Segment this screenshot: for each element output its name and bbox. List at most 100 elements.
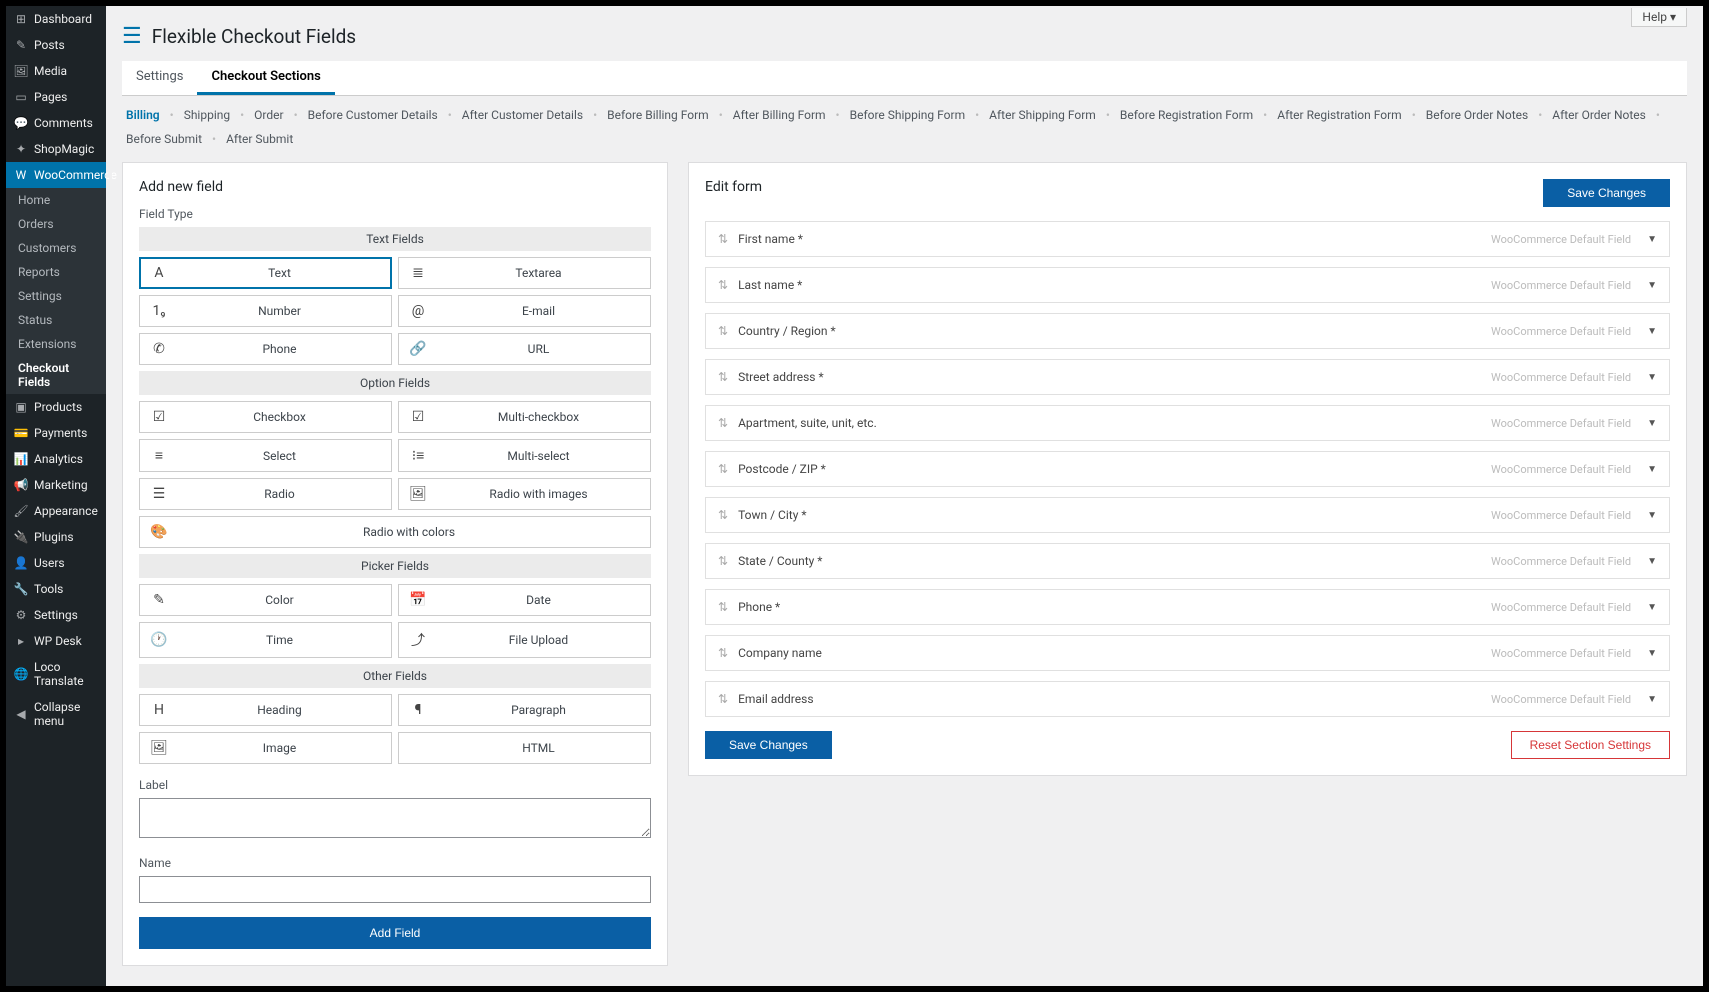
field-type-date[interactable]: 📅Date: [398, 584, 651, 616]
save-changes-bottom-button[interactable]: Save Changes: [705, 731, 832, 759]
drag-handle-icon[interactable]: ⇅: [718, 232, 728, 246]
sidebar-subitem-extensions[interactable]: Extensions: [6, 332, 106, 356]
section-link-after-shipping-form[interactable]: After Shipping Form: [985, 106, 1100, 124]
field-type-checkbox[interactable]: ☑Checkbox: [139, 401, 392, 433]
sidebar-item-appearance[interactable]: 🖌Appearance: [6, 498, 106, 524]
field-type-text[interactable]: AText: [139, 257, 392, 289]
field-type-multi-select[interactable]: ⁝≡Multi-select: [398, 439, 651, 472]
sidebar-item-products[interactable]: ▣Products: [6, 394, 106, 420]
expand-icon[interactable]: ▼: [1647, 234, 1657, 245]
drag-handle-icon[interactable]: ⇅: [718, 646, 728, 660]
form-field-row[interactable]: ⇅State / County *WooCommerce Default Fie…: [705, 543, 1670, 579]
sidebar-subitem-customers[interactable]: Customers: [6, 236, 106, 260]
sidebar-subitem-reports[interactable]: Reports: [6, 260, 106, 284]
section-link-billing[interactable]: Billing: [122, 106, 164, 124]
field-type-url[interactable]: 🔗URL: [398, 333, 651, 365]
section-link-after-billing-form[interactable]: After Billing Form: [729, 106, 830, 124]
drag-handle-icon[interactable]: ⇅: [718, 600, 728, 614]
expand-icon[interactable]: ▼: [1647, 280, 1657, 291]
expand-icon[interactable]: ▼: [1647, 418, 1657, 429]
field-type-html[interactable]: HTML: [398, 732, 651, 764]
form-field-row[interactable]: ⇅Apartment, suite, unit, etc.WooCommerce…: [705, 405, 1670, 441]
sidebar-item-posts[interactable]: ✎Posts: [6, 32, 106, 58]
sidebar-item-marketing[interactable]: 📢Marketing: [6, 472, 106, 498]
name-input[interactable]: [139, 876, 651, 903]
field-type-textarea[interactable]: ≣Textarea: [398, 257, 651, 289]
add-field-button[interactable]: Add Field: [139, 917, 651, 949]
sidebar-item-comments[interactable]: 💬Comments: [6, 110, 106, 136]
field-type-radio[interactable]: ☰Radio: [139, 478, 392, 510]
form-field-row[interactable]: ⇅First name *WooCommerce Default Field▼: [705, 221, 1670, 257]
drag-handle-icon[interactable]: ⇅: [718, 692, 728, 706]
field-type-select[interactable]: ≡Select: [139, 439, 392, 472]
form-field-row[interactable]: ⇅Town / City *WooCommerce Default Field▼: [705, 497, 1670, 533]
section-link-before-order-notes[interactable]: Before Order Notes: [1422, 106, 1532, 124]
form-field-row[interactable]: ⇅Email addressWooCommerce Default Field▼: [705, 681, 1670, 717]
field-type-number[interactable]: 1₉Number: [139, 295, 392, 327]
sidebar-item-wp-desk[interactable]: ▸WP Desk: [6, 628, 106, 654]
field-type-multi-checkbox[interactable]: ☑Multi-checkbox: [398, 401, 651, 433]
drag-handle-icon[interactable]: ⇅: [718, 370, 728, 384]
section-link-shipping[interactable]: Shipping: [180, 106, 234, 124]
section-link-before-submit[interactable]: Before Submit: [122, 130, 206, 148]
section-link-before-billing-form[interactable]: Before Billing Form: [603, 106, 713, 124]
sidebar-item-loco-translate[interactable]: 🌐Loco Translate: [6, 654, 106, 694]
field-type-time[interactable]: 🕐Time: [139, 622, 392, 658]
expand-icon[interactable]: ▼: [1647, 372, 1657, 383]
drag-handle-icon[interactable]: ⇅: [718, 278, 728, 292]
field-type-color[interactable]: ✎Color: [139, 584, 392, 616]
sidebar-subitem-status[interactable]: Status: [6, 308, 106, 332]
sidebar-item-payments[interactable]: 💳Payments: [6, 420, 106, 446]
help-tab[interactable]: Help ▾: [1631, 8, 1687, 27]
section-link-before-shipping-form[interactable]: Before Shipping Form: [846, 106, 969, 124]
form-field-row[interactable]: ⇅Country / Region *WooCommerce Default F…: [705, 313, 1670, 349]
sidebar-item-media[interactable]: 🖼Media: [6, 58, 106, 84]
sidebar-subitem-home[interactable]: Home: [6, 188, 106, 212]
field-type-radio-with-colors[interactable]: 🎨Radio with colors: [139, 516, 651, 548]
form-field-row[interactable]: ⇅Street address *WooCommerce Default Fie…: [705, 359, 1670, 395]
sidebar-subitem-settings[interactable]: Settings: [6, 284, 106, 308]
sidebar-item-plugins[interactable]: 🔌Plugins: [6, 524, 106, 550]
field-type-radio-with-images[interactable]: 🖼Radio with images: [398, 478, 651, 510]
sidebar-item-analytics[interactable]: 📊Analytics: [6, 446, 106, 472]
label-input[interactable]: [139, 798, 651, 838]
sidebar-subitem-orders[interactable]: Orders: [6, 212, 106, 236]
drag-handle-icon[interactable]: ⇅: [718, 324, 728, 338]
section-link-after-customer-details[interactable]: After Customer Details: [458, 106, 587, 124]
drag-handle-icon[interactable]: ⇅: [718, 508, 728, 522]
sidebar-item-shopmagic[interactable]: ✦ShopMagic: [6, 136, 106, 162]
sidebar-item-settings[interactable]: ⚙Settings: [6, 602, 106, 628]
field-type-phone[interactable]: ✆Phone: [139, 333, 392, 365]
expand-icon[interactable]: ▼: [1647, 694, 1657, 705]
field-type-paragraph[interactable]: ¶Paragraph: [398, 694, 651, 726]
expand-icon[interactable]: ▼: [1647, 648, 1657, 659]
form-field-row[interactable]: ⇅Company nameWooCommerce Default Field▼: [705, 635, 1670, 671]
save-changes-top-button[interactable]: Save Changes: [1543, 179, 1670, 207]
sidebar-subitem-checkout-fields[interactable]: Checkout Fields: [6, 356, 106, 394]
form-field-row[interactable]: ⇅Postcode / ZIP *WooCommerce Default Fie…: [705, 451, 1670, 487]
expand-icon[interactable]: ▼: [1647, 602, 1657, 613]
tab-settings[interactable]: Settings: [122, 61, 197, 95]
sidebar-item-tools[interactable]: 🔧Tools: [6, 576, 106, 602]
reset-section-button[interactable]: Reset Section Settings: [1511, 731, 1670, 759]
form-field-row[interactable]: ⇅Phone *WooCommerce Default Field▼: [705, 589, 1670, 625]
field-type-image[interactable]: 🖼Image: [139, 732, 392, 764]
sidebar-item-dashboard[interactable]: ⊞Dashboard: [6, 6, 106, 32]
sidebar-item-collapse-menu[interactable]: ◀Collapse menu: [6, 694, 106, 734]
drag-handle-icon[interactable]: ⇅: [718, 416, 728, 430]
section-link-order[interactable]: Order: [250, 106, 287, 124]
section-link-after-submit[interactable]: After Submit: [222, 130, 297, 148]
section-link-after-order-notes[interactable]: After Order Notes: [1548, 106, 1650, 124]
section-link-before-registration-form[interactable]: Before Registration Form: [1116, 106, 1257, 124]
sidebar-item-users[interactable]: 👤Users: [6, 550, 106, 576]
field-type-file-upload[interactable]: ⤴File Upload: [398, 622, 651, 658]
expand-icon[interactable]: ▼: [1647, 464, 1657, 475]
sidebar-item-woocommerce[interactable]: WWooCommerce: [6, 162, 106, 188]
expand-icon[interactable]: ▼: [1647, 326, 1657, 337]
drag-handle-icon[interactable]: ⇅: [718, 554, 728, 568]
form-field-row[interactable]: ⇅Last name *WooCommerce Default Field▼: [705, 267, 1670, 303]
tab-checkout-sections[interactable]: Checkout Sections: [197, 61, 334, 95]
section-link-before-customer-details[interactable]: Before Customer Details: [304, 106, 442, 124]
field-type-heading[interactable]: HHeading: [139, 694, 392, 726]
field-type-e-mail[interactable]: @E-mail: [398, 295, 651, 327]
